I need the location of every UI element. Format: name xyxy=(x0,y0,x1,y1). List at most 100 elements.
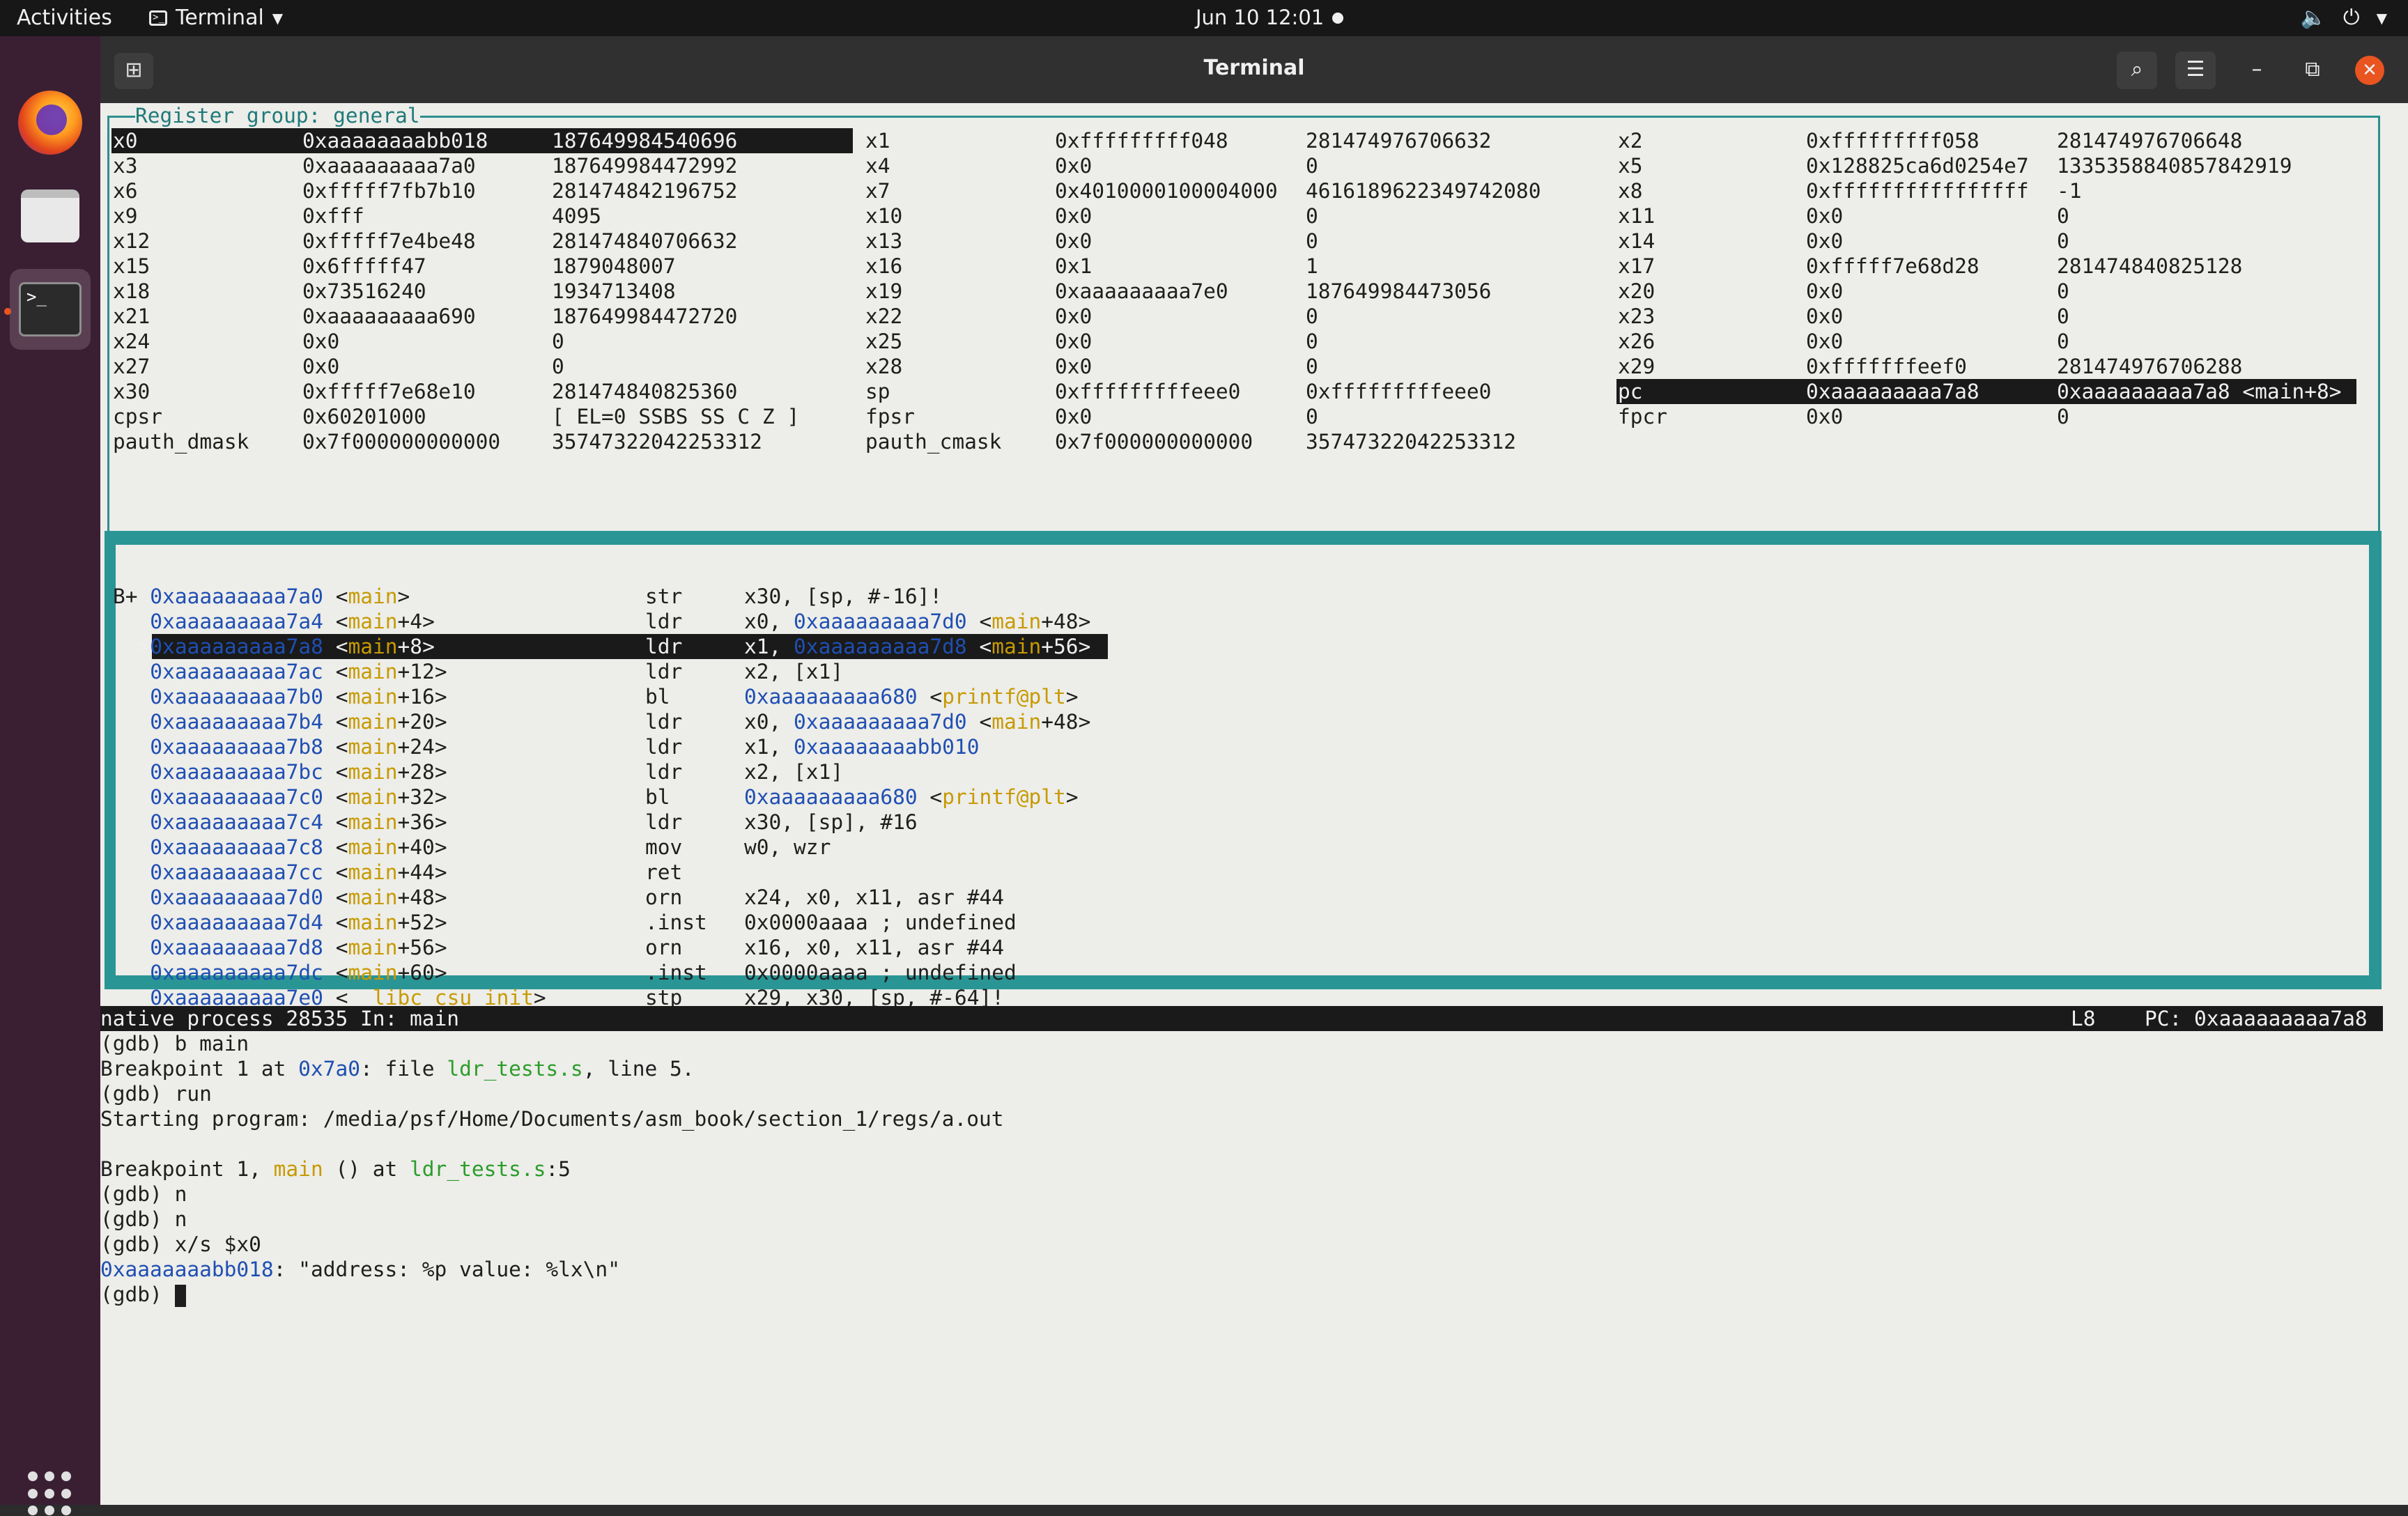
asm-line[interactable]: 0xaaaaaaaaa7b0 <main+16> bl 0xaaaaaaaaa680… xyxy=(113,684,1078,709)
register-name: x1 xyxy=(865,129,890,153)
register-hex-value: 0x4010000100004000 xyxy=(1055,179,1278,203)
register-hex-value: 0xfffffffff048 xyxy=(1055,129,1228,153)
status-pc: PC: 0xaaaaaaaaa7a8 xyxy=(2145,1007,2368,1030)
asm-line[interactable]: 0xaaaaaaaaa7dc <main+60> .inst 0x0000aaaa … xyxy=(113,960,1016,985)
terminal-window: ⊞ Terminal ⌕ ☰ – ⧉ ✕ Register group: gen… xyxy=(100,36,2408,1505)
register-natural-value: 35747322042253312 xyxy=(1306,430,1516,454)
firefox-launcher[interactable] xyxy=(10,82,91,163)
register-name: x28 xyxy=(865,355,903,378)
activities-button[interactable]: Activities xyxy=(17,6,112,30)
asm-operands: 0x0000aaaa ; undefined xyxy=(744,911,1017,934)
console-line: 0xaaaaaaabb018: "address: %p value: %lx\… xyxy=(100,1258,620,1281)
console-line: Starting program: /media/psf/Home/Docume… xyxy=(100,1107,1004,1131)
asm-function: main xyxy=(348,635,398,658)
caret-down-icon: ▼ xyxy=(272,9,284,26)
asm-opcode: orn xyxy=(645,936,683,959)
asm-line[interactable]: 0xaaaaaaaaa7d0 <main+48> orn x24, x0, x11,… xyxy=(113,885,1004,910)
register-hex-value: 0x6fffff47 xyxy=(302,254,426,278)
menu-button[interactable]: ☰ xyxy=(2175,52,2216,89)
register-name: x21 xyxy=(113,304,150,328)
volume-icon[interactable]: 🔈 xyxy=(2301,6,2326,31)
asm-ref-function: printf@plt xyxy=(942,785,1066,809)
register-name: x5 xyxy=(1618,154,1643,178)
asm-line[interactable]: 0xaaaaaaaaa7c8 <main+40> mov w0, wzr xyxy=(113,835,831,860)
asm-offset: +40 xyxy=(397,835,435,859)
asm-line[interactable]: 0xaaaaaaaaa7d8 <main+56> orn x16, x0, x11,… xyxy=(113,935,1004,960)
register-name: fpsr xyxy=(865,405,916,428)
asm-offset: +12 xyxy=(397,660,435,683)
maximize-button[interactable]: ⧉ xyxy=(2292,52,2333,89)
asm-line[interactable]: 0xaaaaaaaaa7b8 <main+24> ldr x1, 0xaaaaaaa… xyxy=(113,734,979,759)
title-bar[interactable]: ⊞ Terminal ⌕ ☰ – ⧉ ✕ xyxy=(100,36,2408,103)
running-indicator xyxy=(4,308,11,315)
app-menu[interactable]: >_ Terminal ▼ xyxy=(149,6,283,30)
register-name: x12 xyxy=(113,229,150,253)
register-hex-value: 0xaaaaaaaaa7e0 xyxy=(1055,279,1228,303)
terminal-icon: >_ xyxy=(19,282,82,337)
system-tray[interactable]: 🔈 ⏻ ▼ xyxy=(2301,6,2387,31)
console-prompt[interactable]: (gdb) xyxy=(100,1282,186,1307)
asm-line[interactable]: B+ 0xaaaaaaaaa7a0 <main> str x30, [sp, #-1… xyxy=(113,584,942,609)
terminal-content[interactable]: Register group: general x0 0xaaaaaaaabb01… xyxy=(100,103,2408,1505)
asm-function: main xyxy=(348,685,398,709)
console-line: (gdb) x/s $x0 xyxy=(100,1232,261,1256)
asm-line[interactable]: 0xaaaaaaaaa7b4 <main+20> ldr x0, 0xaaaaaaa… xyxy=(113,709,1090,734)
asm-line[interactable]: 0xaaaaaaaaa7d4 <main+52> .inst 0x0000aaaa … xyxy=(113,910,1016,935)
register-hex-value: 0x0 xyxy=(1055,405,1093,428)
close-button[interactable]: ✕ xyxy=(2355,56,2384,85)
top-bar: Activities >_ Terminal ▼ Jun 10 12:01 🔈 … xyxy=(0,0,2408,36)
register-hex-value: 0xfffff7e68e10 xyxy=(302,380,476,403)
register-natural-value: 187649984472992 xyxy=(552,154,738,178)
asm-line[interactable]: 0xaaaaaaaaa7c0 <main+32> bl 0xaaaaaaaaa680… xyxy=(113,784,1078,810)
asm-line[interactable]: 0xaaaaaaaaa7ac <main+12> ldr x2, [x1] xyxy=(113,659,843,684)
asm-address: 0xaaaaaaaaa7a8 xyxy=(150,635,323,658)
asm-line[interactable]: 0xaaaaaaaaa7bc <main+28> ldr x2, [x1] xyxy=(113,759,843,784)
power-icon[interactable]: ⏻ xyxy=(2343,6,2360,31)
asm-offset: +52 xyxy=(397,911,435,934)
asm-opcode: orn xyxy=(645,885,683,909)
asm-line[interactable]: 0xaaaaaaaaa7a4 <main+4> ldr x0, 0xaaaaaaaa… xyxy=(113,609,1090,634)
show-applications-icon[interactable] xyxy=(28,1471,72,1516)
minimize-button[interactable]: – xyxy=(2237,52,2277,89)
console-line: Breakpoint 1, main () at ldr_tests.s:5 xyxy=(100,1157,571,1181)
search-button[interactable]: ⌕ xyxy=(2117,52,2157,89)
files-launcher[interactable] xyxy=(10,176,91,256)
register-natural-value: 0 xyxy=(1306,154,1318,178)
register-name: x26 xyxy=(1618,330,1656,353)
text-cursor xyxy=(174,1284,186,1307)
caret-down-icon[interactable]: ▼ xyxy=(2377,6,2387,31)
breakpoint-marker xyxy=(113,810,150,834)
asm-function: main xyxy=(348,710,398,734)
asm-line[interactable]: >0xaaaaaaaaa7a8 <main+8> ldr x1, 0xaaaaaaa… xyxy=(113,634,1091,659)
clock[interactable]: Jun 10 12:01 xyxy=(1196,6,1324,29)
status-process: native process 28535 In: main xyxy=(100,1007,460,1030)
asm-operands: x1, xyxy=(744,635,794,658)
breakpoint-marker xyxy=(113,760,150,784)
minimize-icon: – xyxy=(2251,57,2262,82)
register-natural-value: 0 xyxy=(1306,304,1318,328)
terminal-launcher[interactable]: >_ xyxy=(10,269,91,350)
register-name: x0 xyxy=(113,129,138,153)
register-hex-value: 0xaaaaaaaaa7a8 xyxy=(1806,380,1979,403)
maximize-icon: ⧉ xyxy=(2305,57,2320,82)
register-hex-value: 0x0 xyxy=(1055,330,1093,353)
asm-offset: +16 xyxy=(397,685,435,709)
register-hex-value: 0x0 xyxy=(1806,279,1844,303)
register-natural-value: 187649984540696 xyxy=(552,129,738,153)
asm-opcode: str xyxy=(645,585,683,608)
asm-address: 0xaaaaaaaaa7b8 xyxy=(150,735,323,759)
asm-ref-function: main xyxy=(991,635,1042,658)
register-natural-value: 281474840706632 xyxy=(552,229,738,253)
register-name: x16 xyxy=(865,254,903,278)
asm-opcode: ldr xyxy=(645,760,683,784)
register-name: x20 xyxy=(1618,279,1656,303)
asm-address: 0xaaaaaaaaa7cc xyxy=(150,860,323,884)
asm-line[interactable]: 0xaaaaaaaaa7c4 <main+36> ldr x30, [sp], #1… xyxy=(113,810,917,835)
register-hex-value: 0x128825ca6d0254e7 xyxy=(1806,154,2029,178)
asm-offset: +8 xyxy=(397,635,423,658)
asm-line[interactable]: 0xaaaaaaaaa7cc <main+44> ret xyxy=(113,860,682,885)
asm-ref-address: 0xaaaaaaaaa7d0 xyxy=(794,610,967,633)
asm-address: 0xaaaaaaaaa7dc xyxy=(150,961,323,984)
asm-address: 0xaaaaaaaaa7b4 xyxy=(150,710,323,734)
register-natural-value: 0 xyxy=(2057,279,2069,303)
